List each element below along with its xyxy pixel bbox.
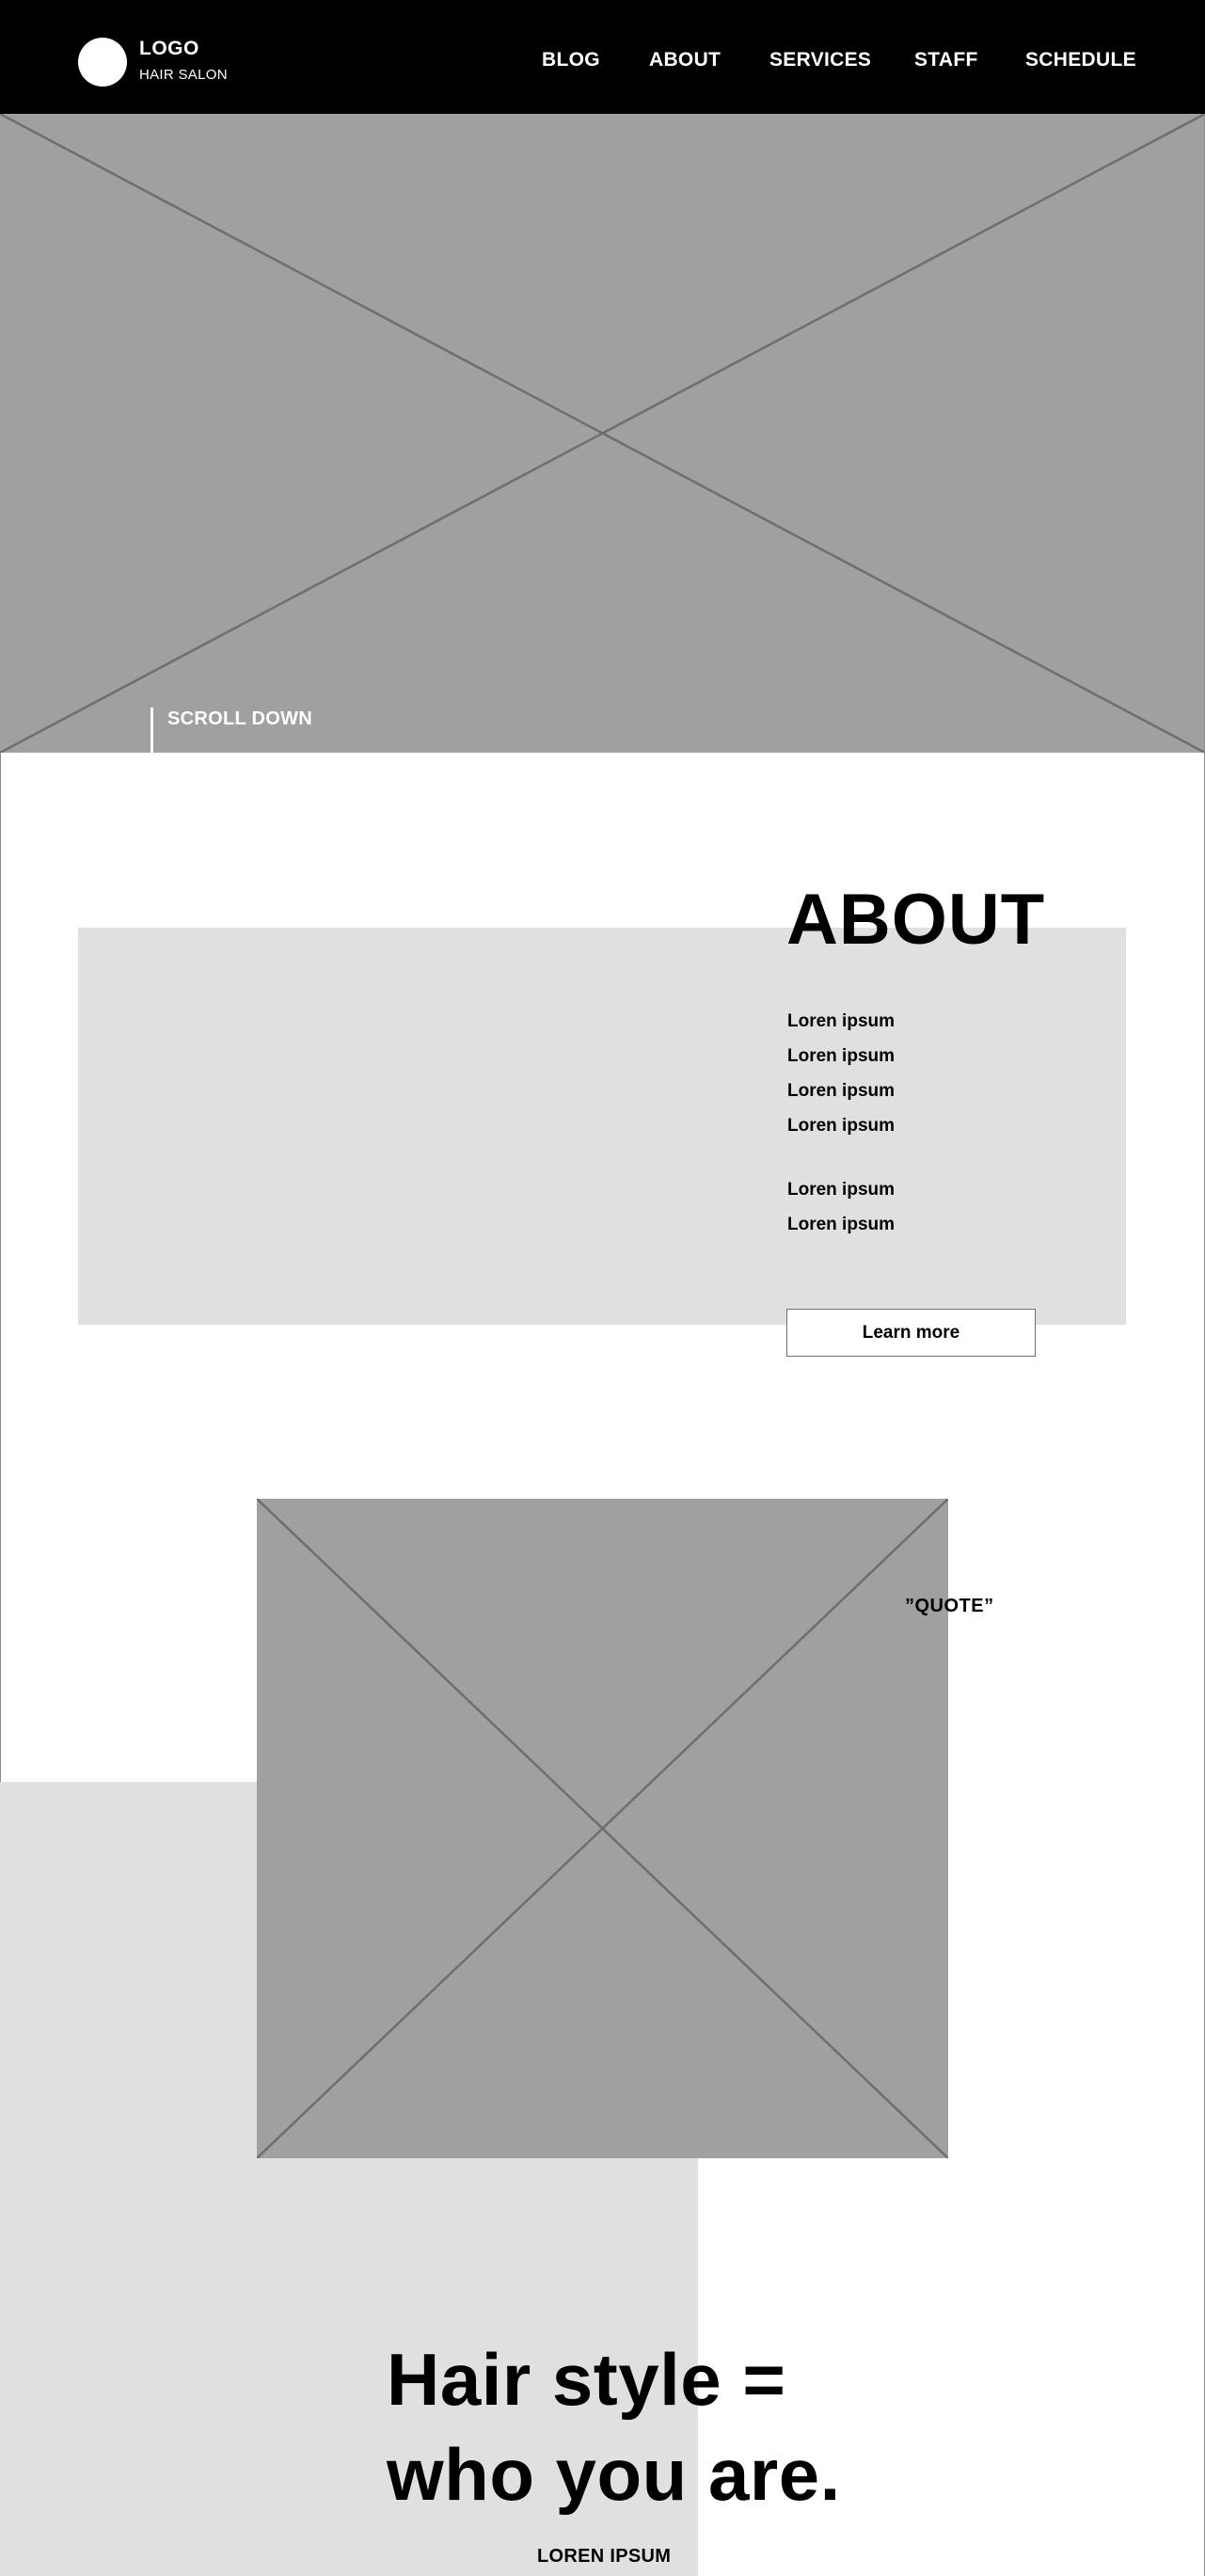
frame-border-left	[0, 753, 1, 1782]
about-text-line: Loren ipsum	[787, 1011, 896, 1031]
scroll-down-label[interactable]: SCROLL DOWN	[167, 708, 312, 730]
about-text-line: Loren ipsum	[787, 1215, 896, 1234]
feature-caption: LOREN IPSUM	[537, 2546, 672, 2567]
image-placeholder-icon	[0, 114, 1205, 753]
about-text-line: Loren ipsum	[787, 1046, 896, 1066]
learn-more-button[interactable]: Learn more	[786, 1309, 1036, 1357]
logo-subtitle: HAIR SALON	[139, 67, 228, 83]
scroll-indicator-line	[151, 708, 153, 753]
about-text-line: Loren ipsum	[787, 1081, 896, 1101]
nav-schedule[interactable]: SCHEDULE	[1025, 49, 1136, 72]
logo-circle-icon[interactable]	[78, 38, 127, 87]
quote-text: ”QUOTE”	[905, 1596, 994, 1616]
nav-blog[interactable]: BLOG	[542, 49, 600, 72]
headline-line-1: Hair style =	[387, 2338, 786, 2421]
image-placeholder-icon	[257, 1499, 948, 2158]
nav-about[interactable]: ABOUT	[649, 49, 721, 72]
nav-services[interactable]: SERVICES	[769, 49, 871, 72]
about-panel	[78, 928, 1126, 1325]
about-text-line: Loren ipsum	[787, 1116, 896, 1136]
about-text-line: Loren ipsum	[787, 1180, 896, 1200]
logo-title[interactable]: LOGO	[139, 38, 199, 60]
nav-staff[interactable]: STAFF	[914, 49, 978, 72]
hero-image-placeholder	[0, 114, 1205, 753]
feature-image-placeholder	[257, 1499, 948, 2158]
about-heading: ABOUT	[786, 880, 1046, 960]
headline-line-2: who you are.	[387, 2433, 841, 2516]
